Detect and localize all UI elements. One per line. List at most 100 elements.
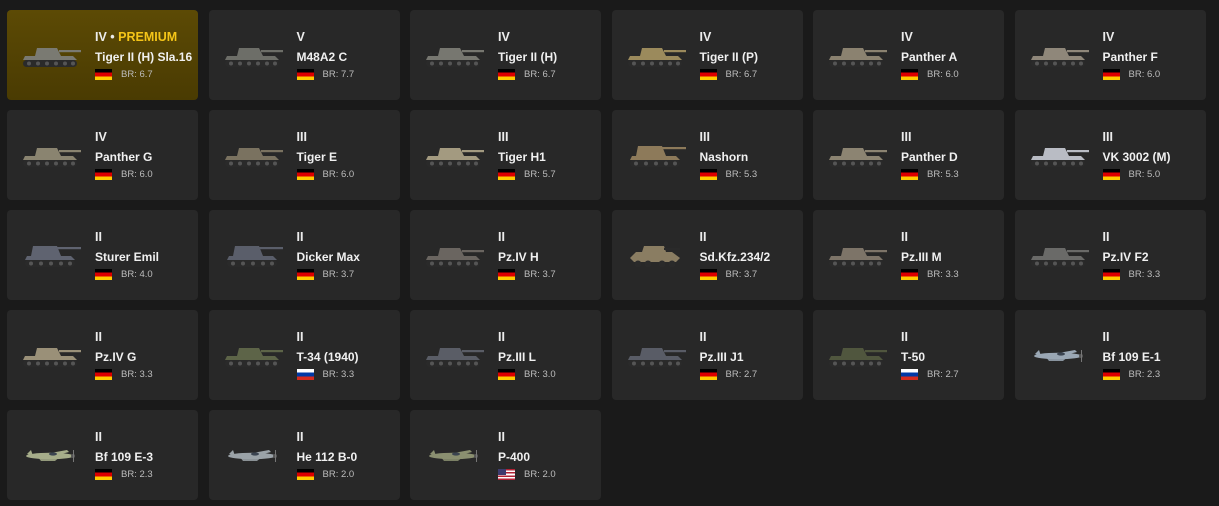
vehicle-card[interactable]: II Sturer Emil BR: 4.0 xyxy=(7,210,198,300)
germany-flag-icon xyxy=(1102,68,1120,80)
vehicle-card[interactable]: II Sd.Kfz.234/2 BR: 3.7 xyxy=(611,210,803,300)
vehicle-name: T-34 (1940) xyxy=(296,350,359,364)
tier-label: V xyxy=(296,30,305,44)
vehicle-meta: BR: 3.7 xyxy=(296,268,396,280)
vehicle-card[interactable]: III Tiger H1 BR: 5.7 xyxy=(410,110,601,200)
vehicle-info: III Nashorn BR: 5.3 xyxy=(699,130,799,180)
vehicle-name: Sd.Kfz.234/2 xyxy=(699,250,771,264)
vehicle-card[interactable]: IV Tiger II (H) BR: 6.7 xyxy=(410,10,601,100)
vehicle-name: Bf 109 E-1 xyxy=(1102,350,1161,364)
vehicle-name: Pz.IV F2 xyxy=(1102,250,1149,264)
vehicle-card[interactable]: V M48A2 C BR: 7.7 xyxy=(208,10,400,100)
battle-rating: BR: 3.3 xyxy=(927,268,959,280)
tank-icon xyxy=(620,132,690,176)
vehicle-card[interactable]: II Pz.IV F2 BR: 3.3 xyxy=(1014,210,1206,300)
vehicle-card[interactable]: II Pz.III L BR: 3.0 xyxy=(410,310,601,400)
germany-flag-icon xyxy=(699,68,717,80)
plane-icon xyxy=(1023,332,1093,376)
vehicle-card[interactable]: IV Panther F BR: 6.0 xyxy=(1014,10,1206,100)
battle-rating: BR: 2.7 xyxy=(927,368,959,380)
vehicle-meta: BR: 2.0 xyxy=(498,468,597,480)
vehicle-card[interactable]: II Pz.IV H BR: 3.7 xyxy=(410,210,601,300)
vehicle-card[interactable]: IV Panther A BR: 6.0 xyxy=(813,10,1004,100)
germany-flag-icon xyxy=(95,368,112,380)
vehicle-card[interactable]: II Dicker Max BR: 3.7 xyxy=(208,210,400,300)
battle-rating: BR: 2.0 xyxy=(524,468,556,480)
vehicle-card[interactable]: II Bf 109 E-1 BR: 2.3 xyxy=(1014,310,1206,400)
vehicle-meta: BR: 5.3 xyxy=(699,168,799,180)
plane-icon xyxy=(418,432,488,476)
vehicle-card[interactable]: II He 112 B-0 BR: 2.0 xyxy=(208,410,400,500)
vehicle-card[interactable]: II T-50 BR: 2.7 xyxy=(813,310,1004,400)
vehicle-meta: BR: 3.0 xyxy=(498,368,597,380)
vehicle-tier: II xyxy=(498,230,597,245)
germany-flag-icon xyxy=(699,168,717,180)
vehicle-card[interactable]: III Tiger E BR: 6.0 xyxy=(208,110,400,200)
tier-label: II xyxy=(901,330,908,344)
germany-flag-icon xyxy=(901,168,918,180)
tank-icon xyxy=(418,232,488,276)
vehicle-name: Bf 109 E-3 xyxy=(95,450,154,464)
vehicle-card[interactable]: III Nashorn BR: 5.3 xyxy=(611,110,803,200)
vehicle-name: Panther F xyxy=(1102,50,1158,64)
vehicle-meta: BR: 5.0 xyxy=(1102,168,1202,180)
vehicle-tier: II xyxy=(95,230,194,245)
vehicle-name: Pz.IV H xyxy=(498,250,539,264)
germany-flag-icon xyxy=(296,268,314,280)
vehicle-card[interactable]: II Pz.III M BR: 3.3 xyxy=(813,210,1004,300)
tank-icon xyxy=(620,332,690,376)
vehicle-grid: IV • PREMIUM Tiger II (H) Sla.16 BR: 6.7 V… xyxy=(0,0,1219,500)
tier-label: II xyxy=(95,430,102,444)
germany-flag-icon xyxy=(1102,268,1120,280)
vehicle-card[interactable]: II Pz.III J1 BR: 2.7 xyxy=(611,310,803,400)
battle-rating: BR: 6.7 xyxy=(121,68,153,80)
germany-flag-icon xyxy=(95,168,112,180)
tank-icon xyxy=(418,132,488,176)
vehicle-name: Tiger H1 xyxy=(498,150,546,164)
battle-rating: BR: 3.7 xyxy=(322,268,355,280)
germany-flag-icon xyxy=(498,168,515,180)
tier-label: IV xyxy=(95,130,107,144)
battle-rating: BR: 5.7 xyxy=(524,168,556,180)
germany-flag-icon xyxy=(498,268,515,280)
germany-flag-icon xyxy=(296,68,314,80)
vehicle-tier: II xyxy=(1103,230,1202,245)
vehicle-name: Pz.III L xyxy=(498,350,537,364)
tier-label: II xyxy=(95,230,102,244)
vehicle-info: II Sd.Kfz.234/2 BR: 3.7 xyxy=(699,230,799,280)
vehicle-card[interactable]: IV Tiger II (P) BR: 6.7 xyxy=(611,10,803,100)
vehicle-meta: BR: 3.3 xyxy=(95,368,194,380)
vehicle-card[interactable]: II Pz.IV G BR: 3.3 xyxy=(7,310,198,400)
vehicle-name: Panther A xyxy=(901,50,958,64)
vehicle-info: II Pz.IV G BR: 3.3 xyxy=(95,330,194,380)
vehicle-meta: BR: 2.0 xyxy=(296,468,396,480)
vehicle-tier: IV xyxy=(901,30,1000,45)
vehicle-meta: BR: 7.7 xyxy=(296,68,396,80)
battle-rating: BR: 6.7 xyxy=(524,68,556,80)
vehicle-meta: BR: 5.7 xyxy=(498,168,597,180)
vehicle-tier: III xyxy=(700,130,799,145)
vehicle-card[interactable]: IV Panther G BR: 6.0 xyxy=(7,110,198,200)
vehicle-meta: BR: 3.3 xyxy=(901,268,1000,280)
vehicle-card[interactable]: III Panther D BR: 5.3 xyxy=(813,110,1004,200)
tier-label: II xyxy=(1102,330,1110,344)
battle-rating: BR: 3.7 xyxy=(524,268,556,280)
vehicle-info: IV Tiger II (H) BR: 6.7 xyxy=(498,30,597,80)
vehicle-card[interactable]: III VK 3002 (M) BR: 5.0 xyxy=(1014,110,1206,200)
tier-label: II xyxy=(498,330,505,344)
vehicle-tier: II xyxy=(297,430,396,445)
vehicle-card[interactable]: II Bf 109 E-3 BR: 2.3 xyxy=(7,410,198,500)
tier-label: II xyxy=(699,230,707,244)
vehicle-tier: III xyxy=(901,130,1000,145)
vehicle-name: Panther G xyxy=(95,150,153,164)
vehicle-card[interactable]: IV • PREMIUM Tiger II (H) Sla.16 BR: 6.7 xyxy=(7,10,198,100)
tank-icon xyxy=(821,32,891,76)
vehicle-info: III Tiger H1 BR: 5.7 xyxy=(498,130,597,180)
tier-label: II xyxy=(498,230,505,244)
vehicle-card[interactable]: II T-34 (1940) BR: 3.3 xyxy=(208,310,400,400)
germany-flag-icon xyxy=(1102,368,1120,380)
vehicle-tier: II xyxy=(901,230,1000,245)
tier-label: II xyxy=(296,430,304,444)
vehicle-name: Tiger II (H) Sla.16 xyxy=(95,50,193,64)
vehicle-card[interactable]: II P-400 BR: 2.0 xyxy=(410,410,601,500)
